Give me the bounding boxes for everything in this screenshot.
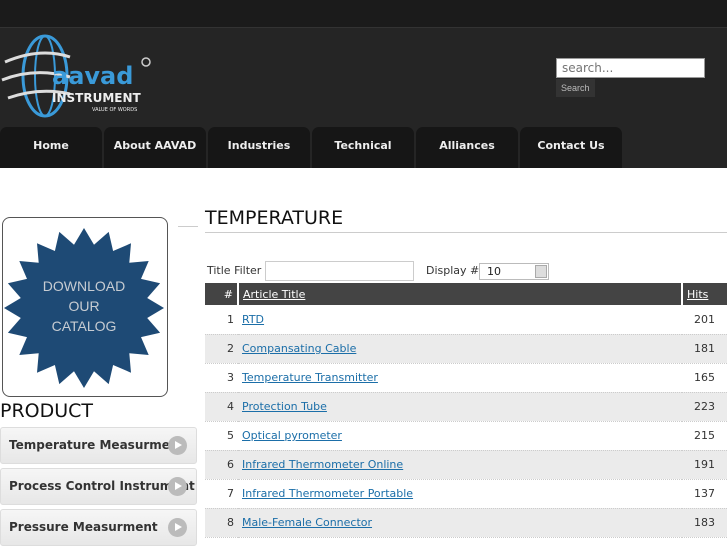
- svg-text:DOWNLOAD: DOWNLOAD: [43, 278, 125, 294]
- article-link[interactable]: RTD: [242, 313, 264, 326]
- table-row: 5 Optical pyrometer 215: [205, 421, 727, 451]
- catalog-badge-icon: DOWNLOAD OUR CATALOG: [4, 228, 164, 388]
- search-input[interactable]: [556, 58, 705, 78]
- row-hits: 215: [682, 421, 727, 451]
- product-label: Temperature Measurment: [9, 438, 185, 452]
- row-title: Infrared Thermometer Portable: [238, 479, 682, 509]
- display-label: Display #: [426, 264, 480, 277]
- col-article-title[interactable]: Article Title: [238, 283, 683, 305]
- table-row: 7 Infrared Thermometer Portable 137: [205, 479, 727, 509]
- chevron-down-icon: [535, 265, 547, 278]
- table-row: 3 Temperature Transmitter 165: [205, 363, 727, 393]
- article-link[interactable]: Infrared Thermometer Online: [242, 458, 403, 471]
- article-link[interactable]: Infrared Thermometer Portable: [242, 487, 413, 500]
- row-number: 6: [205, 450, 238, 480]
- row-number: 3: [205, 363, 238, 393]
- nav-contact[interactable]: Contact Us: [520, 127, 622, 168]
- sort-title-link[interactable]: Article Title: [243, 288, 305, 301]
- product-heading: PRODUCT: [0, 400, 94, 422]
- row-hits: 201: [682, 305, 727, 335]
- table-row: 1 RTD 201: [205, 305, 727, 335]
- row-hits: 165: [682, 363, 727, 393]
- svg-text:OUR: OUR: [68, 298, 99, 314]
- row-title: Temperature Transmitter: [238, 363, 682, 393]
- divider: [178, 226, 198, 227]
- row-title: Optical pyrometer: [238, 421, 682, 451]
- row-number: 1: [205, 305, 238, 335]
- top-bar: [0, 0, 727, 28]
- col-number: #: [205, 283, 239, 305]
- row-hits: 183: [682, 508, 727, 538]
- article-link[interactable]: Temperature Transmitter: [242, 371, 378, 384]
- nav-home[interactable]: Home: [0, 127, 102, 168]
- row-title: Male-Female Connector: [238, 508, 682, 538]
- row-number: 5: [205, 421, 238, 451]
- article-link[interactable]: Compansating Cable: [242, 342, 356, 355]
- product-label: Pressure Measurment: [9, 520, 158, 534]
- product-process-control-instrument[interactable]: Process Control Instrument: [0, 468, 197, 505]
- table-row: 6 Infrared Thermometer Online 191: [205, 450, 727, 480]
- divider: [205, 232, 727, 233]
- nav-industries[interactable]: Industries: [208, 127, 310, 168]
- product-pressure-measurment[interactable]: Pressure Measurment: [0, 509, 197, 546]
- title-filter-label: Title Filter: [207, 264, 262, 277]
- main-nav: Home About AAVAD Industries Technical Al…: [0, 127, 624, 168]
- row-hits: 181: [682, 334, 727, 364]
- article-link[interactable]: Male-Female Connector: [242, 516, 372, 529]
- display-value: 10: [487, 265, 501, 278]
- article-link[interactable]: Protection Tube: [242, 400, 327, 413]
- table-row: 2 Compansating Cable 181: [205, 334, 727, 364]
- col-hits[interactable]: Hits: [682, 283, 727, 305]
- svg-text:INSTRUMENT: INSTRUMENT: [52, 91, 142, 105]
- product-temperature-measurment[interactable]: Temperature Measurment: [0, 427, 197, 464]
- article-link[interactable]: Optical pyrometer: [242, 429, 342, 442]
- row-title: RTD: [238, 305, 682, 335]
- display-count-select[interactable]: 10: [479, 263, 549, 280]
- arrow-right-icon: [168, 518, 187, 537]
- row-title: Compansating Cable: [238, 334, 682, 364]
- nav-about[interactable]: About AAVAD: [104, 127, 206, 168]
- row-number: 4: [205, 392, 238, 422]
- search-button[interactable]: Search: [556, 79, 595, 97]
- row-hits: 191: [682, 450, 727, 480]
- table-row: 4 Protection Tube 223: [205, 392, 727, 422]
- logo[interactable]: aavad INSTRUMENT VALUE OF WORDS: [0, 32, 170, 120]
- table-row: 8 Male-Female Connector 183: [205, 508, 727, 538]
- svg-text:aavad: aavad: [52, 62, 133, 90]
- product-label: Process Control Instrument: [9, 479, 195, 493]
- row-title: Protection Tube: [238, 392, 682, 422]
- nav-alliances[interactable]: Alliances: [416, 127, 518, 168]
- arrow-right-icon: [168, 477, 187, 496]
- download-catalog-banner[interactable]: DOWNLOAD OUR CATALOG: [2, 217, 168, 397]
- row-number: 8: [205, 508, 238, 538]
- sort-hits-link[interactable]: Hits: [687, 288, 708, 301]
- header: aavad INSTRUMENT VALUE OF WORDS Search H…: [0, 28, 727, 168]
- row-hits: 137: [682, 479, 727, 509]
- row-title: Infrared Thermometer Online: [238, 450, 682, 480]
- row-hits: 223: [682, 392, 727, 422]
- title-filter-input[interactable]: [265, 261, 414, 281]
- articles-table: # Article Title Hits 1 RTD 201 2 Compansatin…: [205, 283, 727, 538]
- arrow-right-icon: [168, 436, 187, 455]
- row-number: 7: [205, 479, 238, 509]
- svg-text:VALUE OF WORDS: VALUE OF WORDS: [92, 107, 137, 113]
- svg-text:CATALOG: CATALOG: [52, 318, 117, 334]
- page-title: TEMPERATURE: [205, 207, 344, 229]
- row-number: 2: [205, 334, 238, 364]
- nav-technical[interactable]: Technical: [312, 127, 414, 168]
